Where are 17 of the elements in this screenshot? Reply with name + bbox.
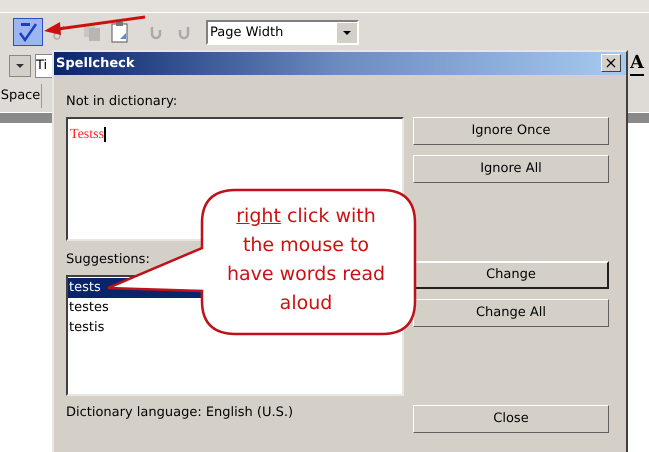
dialog-button[interactable]: Ignore All [413,155,609,183]
spellcheck-icon [17,21,39,43]
dictionary-language: Dictionary language: English (U.S.) [66,404,294,422]
dialog-button[interactable]: Ignore Once [413,117,609,145]
spellcheck-button[interactable] [13,18,43,46]
dialog-title: Spellcheck [56,54,135,73]
close-button[interactable]: × [601,54,621,72]
dropdown-arrow-icon [15,63,25,69]
dialog-button[interactable]: Close [413,405,609,433]
field-label: Suggestions: [66,251,150,269]
space-button[interactable]: Space [0,84,42,108]
field-label: Not in dictionary: [66,93,178,111]
zoom-dropdown[interactable]: Page Width [206,20,359,45]
bold-letter-button[interactable]: A [630,52,644,76]
paste-icon[interactable] [111,21,129,43]
dropdown-arrow-button[interactable] [9,55,31,77]
dialog-button[interactable]: Change All [413,299,609,327]
